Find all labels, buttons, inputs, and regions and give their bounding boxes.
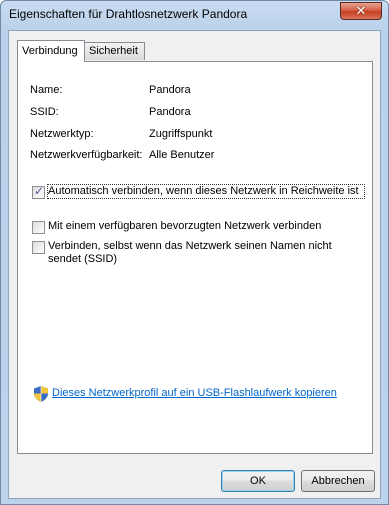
preferred-network-label[interactable]: Mit einem verfügbaren bevorzugten Netzwe… xyxy=(48,220,364,233)
tab-panel-verbindung: Name: Pandora SSID: Pandora Netzwerktyp:… xyxy=(17,61,373,454)
preferred-network-option[interactable]: Mit einem verfügbaren bevorzugten Netzwe… xyxy=(32,220,364,236)
copy-profile-link[interactable]: Dieses Netzwerkprofil auf ein USB-Flashl… xyxy=(52,387,337,399)
window-title: Eigenschaften für Drahtlosnetzwerk Pando… xyxy=(9,7,248,21)
network-type-label: Netzwerktyp: xyxy=(30,128,94,140)
network-availability-label: Netzwerkverfügbarkeit: xyxy=(30,149,143,161)
tab-sicherheit[interactable]: Sicherheit xyxy=(84,42,145,60)
auto-connect-label[interactable]: Automatisch verbinden, wenn dieses Netzw… xyxy=(47,184,365,199)
hidden-ssid-option[interactable]: Verbinden, selbst wenn das Netzwerk sein… xyxy=(32,240,364,268)
hidden-ssid-checkbox[interactable] xyxy=(32,241,45,254)
name-value: Pandora xyxy=(149,84,191,96)
ssid-label: SSID: xyxy=(30,106,59,118)
cancel-button[interactable]: Abbrechen xyxy=(301,470,375,492)
checkmark-icon: ✓ xyxy=(34,184,45,198)
ssid-value: Pandora xyxy=(149,106,191,118)
hidden-ssid-label[interactable]: Verbinden, selbst wenn das Netzwerk sein… xyxy=(48,240,364,266)
network-type-value: Zugriffspunkt xyxy=(149,128,213,140)
uac-shield-icon xyxy=(34,386,48,402)
close-button[interactable]: ✕ xyxy=(340,2,382,20)
auto-connect-option[interactable]: ✓ Automatisch verbinden, wenn dieses Net… xyxy=(32,184,365,213)
tab-verbindung[interactable]: Verbindung xyxy=(17,40,85,62)
close-icon: ✕ xyxy=(355,3,367,19)
dialog-client-area: Verbindung Sicherheit Name: Pandora SSID… xyxy=(8,30,381,499)
ok-button[interactable]: OK xyxy=(221,470,295,492)
preferred-network-checkbox[interactable] xyxy=(32,221,45,234)
title-bar[interactable]: Eigenschaften für Drahtlosnetzwerk Pando… xyxy=(1,1,388,31)
name-label: Name: xyxy=(30,84,63,96)
auto-connect-checkbox[interactable]: ✓ xyxy=(32,184,45,199)
properties-dialog: Eigenschaften für Drahtlosnetzwerk Pando… xyxy=(0,0,389,505)
network-availability-value: Alle Benutzer xyxy=(149,149,215,161)
